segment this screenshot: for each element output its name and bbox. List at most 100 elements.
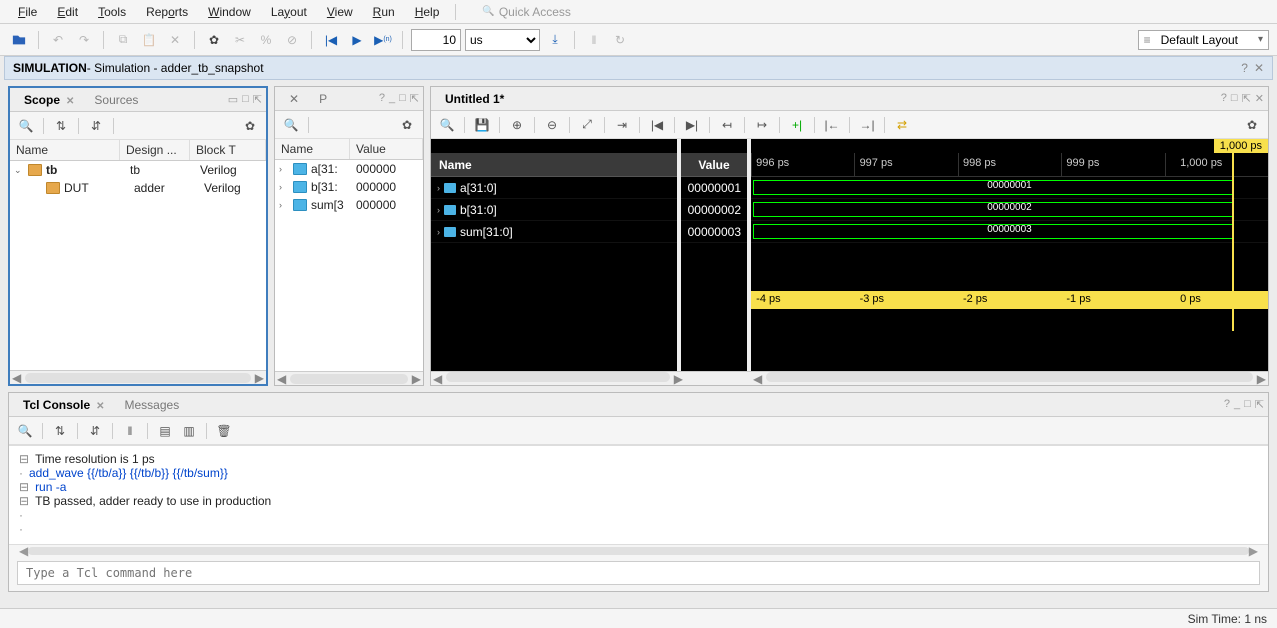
help-icon[interactable]: ? <box>1224 398 1230 411</box>
percent-icon[interactable]: % <box>255 29 277 51</box>
h-scrollbar[interactable]: ◀▶ <box>10 370 266 384</box>
expand-icon[interactable]: › <box>279 200 293 210</box>
restart-icon[interactable]: |◀ <box>320 29 342 51</box>
wave-trace[interactable]: 00000002 <box>751 199 1268 221</box>
next-marker-icon[interactable]: →| <box>857 115 877 135</box>
zoom-in-icon[interactable]: ⊕ <box>507 115 527 135</box>
collapse-icon[interactable]: ⇅ <box>50 421 70 441</box>
prev-marker-icon[interactable]: |← <box>822 115 842 135</box>
goto-end-icon[interactable]: ▶| <box>682 115 702 135</box>
gear-icon[interactable]: ✿ <box>240 116 260 136</box>
expand-icon[interactable]: › <box>437 205 440 215</box>
next-trans-icon[interactable]: ↦ <box>752 115 772 135</box>
col-design[interactable]: Design ... <box>120 140 190 160</box>
wave-trace[interactable]: 00000003 <box>751 221 1268 243</box>
close-icon[interactable]: ✕ <box>96 401 104 412</box>
console-output[interactable]: ⊟Time resolution is 1 ps ·add_wave {{/tb… <box>9 445 1268 545</box>
help-icon[interactable]: ? <box>1221 92 1227 105</box>
wave-name-header[interactable]: Name <box>431 153 677 177</box>
gear-icon[interactable]: ✿ <box>397 115 417 135</box>
run-icon[interactable]: ▶ <box>346 29 368 51</box>
maximize-icon[interactable]: □ <box>1244 398 1251 411</box>
pause-icon[interactable]: ‖ <box>583 29 605 51</box>
undo-icon[interactable]: ↶ <box>47 29 69 51</box>
wave-signal-row[interactable]: ›sum[31:0] <box>431 221 677 243</box>
popout-icon[interactable]: ⇱ <box>410 92 419 105</box>
signal-row[interactable]: ›a[31:000000 <box>275 160 423 178</box>
copy-icon[interactable]: ⧉ <box>112 29 134 51</box>
menu-edit[interactable]: Edit <box>47 2 88 22</box>
close-icon[interactable]: ✕ <box>66 96 74 107</box>
swap-cursors-icon[interactable]: ⇄ <box>892 115 912 135</box>
expand-icon[interactable]: › <box>437 183 440 193</box>
add-marker-icon[interactable]: +| <box>787 115 807 135</box>
run-time-unit-select[interactable]: us <box>465 29 540 51</box>
toggle-warn-icon[interactable]: ▥ <box>179 421 199 441</box>
wave-plot-area[interactable]: 1,000 ps 996 ps 997 ps 998 ps 999 ps 1,0… <box>751 139 1268 371</box>
delta-ruler[interactable]: -4 ps -3 ps -2 ps -1 ps 0 ps <box>751 291 1268 309</box>
filter-icon[interactable]: ⇵ <box>85 421 105 441</box>
filter-icon[interactable]: ⇵ <box>86 116 106 136</box>
scope-tree[interactable]: ⌄ tb tb Verilog DUT adder Verilog <box>10 161 266 370</box>
goto-cursor-icon[interactable]: ⇥ <box>612 115 632 135</box>
float-icon[interactable]: ▭ <box>228 93 238 106</box>
cursor-line[interactable] <box>1232 153 1234 331</box>
expand-icon[interactable]: ⌄ <box>14 165 28 176</box>
cancel-icon[interactable]: ⊘ <box>281 29 303 51</box>
scope-row-dut[interactable]: DUT adder Verilog <box>10 179 266 197</box>
settings-icon[interactable]: ✿ <box>203 29 225 51</box>
search-icon[interactable]: 🔍 <box>281 115 301 135</box>
console-h-scrollbar[interactable]: ◀▶ <box>19 545 1258 557</box>
expand-icon[interactable]: › <box>437 227 440 237</box>
popout-icon[interactable]: ⇱ <box>1242 92 1251 105</box>
popout-icon[interactable]: ⇱ <box>253 93 262 106</box>
goto-start-icon[interactable]: |◀ <box>647 115 667 135</box>
menu-help[interactable]: Help <box>405 2 450 22</box>
zoom-out-icon[interactable]: ⊖ <box>542 115 562 135</box>
run-for-icon[interactable]: ▶(n) <box>372 29 394 51</box>
h-scrollbar[interactable]: ◀▶ <box>275 371 423 385</box>
maximize-icon[interactable]: □ <box>399 92 406 105</box>
signal-row[interactable]: ›sum[3000000 <box>275 196 423 214</box>
search-icon[interactable]: 🔍 <box>15 421 35 441</box>
tab-p[interactable]: P <box>309 89 337 109</box>
close-icon[interactable]: ✕ <box>1255 92 1264 105</box>
prev-trans-icon[interactable]: ↤ <box>717 115 737 135</box>
delete-icon[interactable]: ✕ <box>164 29 186 51</box>
wave-signal-row[interactable]: ›a[31:0] <box>431 177 677 199</box>
menu-reports[interactable]: Reports <box>136 2 198 22</box>
time-ruler[interactable]: 996 ps 997 ps 998 ps 999 ps 1,000 ps <box>751 153 1268 177</box>
toggle-info-icon[interactable]: ▤ <box>155 421 175 441</box>
popout-icon[interactable]: ⇱ <box>1255 398 1264 411</box>
col-name[interactable]: Name <box>10 140 120 160</box>
wave-h-scrollbar[interactable]: ◀▶ ◀▶ <box>431 371 1268 385</box>
search-icon[interactable]: 🔍 <box>437 115 457 135</box>
menu-layout[interactable]: Layout <box>261 2 317 22</box>
run-time-input[interactable] <box>411 29 461 51</box>
maximize-icon[interactable]: □ <box>242 93 249 106</box>
tab-messages[interactable]: Messages <box>115 395 190 415</box>
zoom-fit-icon[interactable]: ⤢ <box>577 115 597 135</box>
signals-tree[interactable]: ›a[31:000000 ›b[31:000000 ›sum[3000000 <box>275 160 423 371</box>
step-icon[interactable]: ⤓ <box>544 29 566 51</box>
paste-icon[interactable]: 📋 <box>138 29 160 51</box>
menu-tools[interactable]: Tools <box>88 2 136 22</box>
wave-value-header[interactable]: Value <box>681 153 747 177</box>
expand-icon[interactable]: › <box>279 164 293 174</box>
scope-row-tb[interactable]: ⌄ tb tb Verilog <box>10 161 266 179</box>
menu-view[interactable]: View <box>317 2 363 22</box>
clear-icon[interactable]: 🗑 <box>214 421 234 441</box>
col-value[interactable]: Value <box>350 139 423 159</box>
tcl-command-input[interactable] <box>17 561 1260 585</box>
col-name[interactable]: Name <box>275 139 350 159</box>
minimize-icon[interactable]: _ <box>389 92 395 105</box>
wave-signal-row[interactable]: ›b[31:0] <box>431 199 677 221</box>
menu-window[interactable]: Window <box>198 2 261 22</box>
col-block[interactable]: Block T <box>190 140 266 160</box>
cut-icon[interactable]: ✂ <box>229 29 251 51</box>
tab-tcl-console[interactable]: Tcl Console✕ <box>13 395 115 415</box>
wave-trace[interactable]: 00000001 <box>751 177 1268 199</box>
open-icon[interactable] <box>8 29 30 51</box>
maximize-icon[interactable]: □ <box>1231 92 1238 105</box>
tab-sources[interactable]: Sources <box>84 90 148 110</box>
